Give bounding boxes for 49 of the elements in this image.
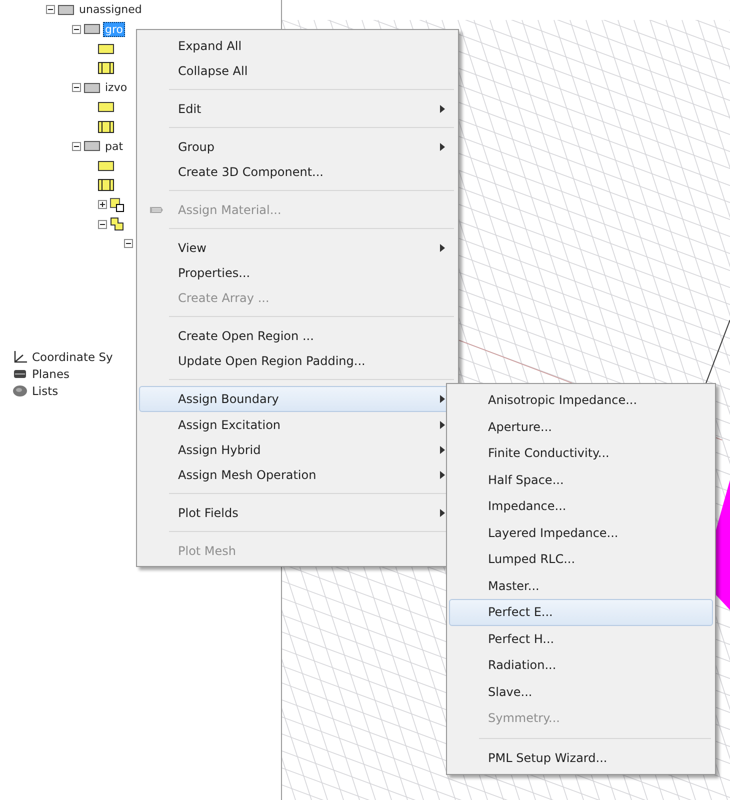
axes-icon — [12, 350, 28, 364]
menu-item[interactable]: Edit — [139, 96, 456, 121]
collapse-icon[interactable] — [46, 5, 55, 14]
menu-item[interactable]: Create 3D Component... — [139, 159, 456, 184]
menu-item[interactable]: Finite Conductivity... — [449, 440, 713, 466]
lists-icon — [12, 384, 28, 398]
menu-item[interactable]: PML Setup Wizard... — [449, 744, 713, 771]
box-icon — [98, 179, 114, 192]
box-icon — [98, 62, 114, 74]
collapse-icon[interactable] — [72, 83, 81, 92]
menu-item[interactable]: Properties... — [139, 260, 456, 285]
menu-item[interactable]: Expand All — [139, 33, 456, 58]
tree-item-label[interactable]: izvo — [103, 80, 130, 96]
menu-item[interactable]: Lumped RLC... — [449, 546, 713, 572]
menu-item[interactable]: Impedance... — [449, 493, 713, 520]
group-icon — [84, 141, 100, 152]
sheet-icon — [98, 160, 114, 171]
step-icon — [110, 217, 124, 232]
menu-item[interactable]: Half Space... — [449, 466, 713, 493]
tree-item-label[interactable]: unassigned — [77, 2, 144, 18]
collapse-icon[interactable] — [72, 24, 81, 34]
tree-item-label[interactable]: Lists — [32, 384, 58, 398]
sheet-icon — [98, 102, 114, 112]
group-icon — [58, 4, 74, 15]
menu-item[interactable]: Collapse All — [139, 58, 456, 83]
menu-item[interactable]: Create Open Region ... — [139, 323, 456, 348]
collapse-icon[interactable] — [124, 239, 133, 248]
collapse-icon[interactable] — [72, 142, 81, 151]
menu-item[interactable]: Perfect E... — [449, 599, 713, 626]
group-icon — [84, 82, 100, 93]
menu-item[interactable]: Slave... — [449, 678, 713, 705]
menu-item[interactable]: Radiation... — [449, 652, 713, 678]
sheet-icon — [98, 44, 114, 54]
menu-item[interactable]: Perfect H... — [449, 626, 713, 652]
tree-item-label[interactable]: pat — [103, 138, 126, 154]
tree-item-label[interactable]: Coordinate Sy — [32, 350, 113, 364]
menu-item[interactable]: Update Open Region Padding... — [139, 348, 456, 373]
tree-item-label[interactable]: Planes — [32, 367, 70, 381]
menu-item[interactable]: Group — [139, 134, 456, 159]
box-icon — [98, 120, 114, 133]
collapse-icon[interactable] — [98, 220, 107, 229]
shape-icon — [110, 198, 124, 212]
planes-icon — [12, 368, 28, 380]
menu-item[interactable]: Master... — [449, 572, 713, 599]
menu-item[interactable]: Aperture... — [449, 414, 713, 440]
expand-icon[interactable] — [98, 200, 107, 210]
menu-item[interactable]: View — [139, 235, 456, 260]
menu-item[interactable]: Layered Impedance... — [449, 520, 713, 546]
group-icon — [84, 24, 100, 34]
